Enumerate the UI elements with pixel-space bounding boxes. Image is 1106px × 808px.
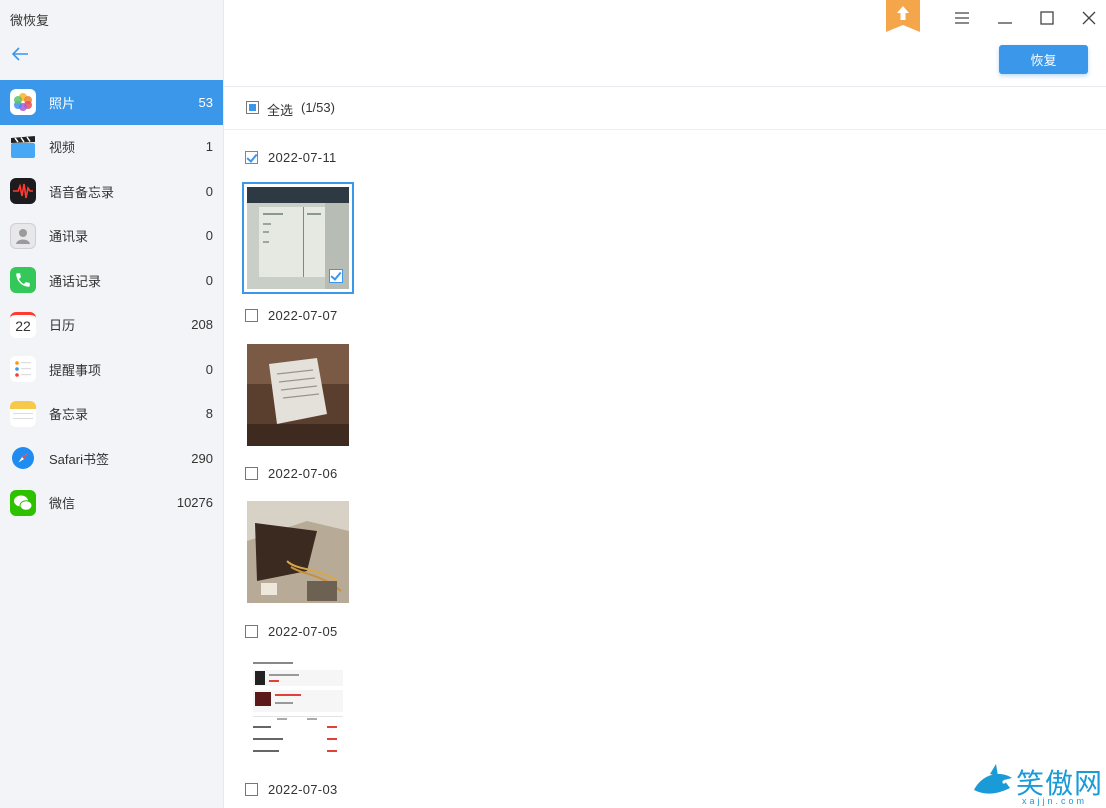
sidebar-item-videos[interactable]: 视频 1 [0,125,223,170]
select-all-checkbox[interactable] [246,101,259,114]
close-icon[interactable] [1075,6,1103,30]
photo-thumbnail[interactable] [242,182,354,294]
sidebar-item-label: Safari书签 [49,451,109,467]
sidebar-item-label: 照片 [49,95,76,111]
sidebar-item-label: 视频 [49,140,76,156]
contacts-icon [10,222,36,249]
sidebar-item-calendar[interactable]: 22 日历 208 [0,303,223,348]
date-group-label: 2022-07-05 [268,624,338,639]
date-group-label: 2022-07-07 [268,308,338,323]
calendar-day: 22 [15,318,31,335]
sidebar-item-call-history[interactable]: 通话记录 0 [0,258,223,303]
photo-thumbnail[interactable] [247,344,349,446]
date-group-checkbox[interactable] [245,783,258,796]
date-group-checkbox[interactable] [245,467,258,480]
select-all-label: 全选 [267,103,294,118]
date-group-label: 2022-07-11 [268,150,337,165]
photos-icon [10,89,36,116]
sidebar-item-count: 290 [191,450,213,466]
sidebar-item-count: 1 [205,139,213,155]
recover-button[interactable]: 恢复 [999,45,1088,74]
notes-icon [10,400,36,427]
maximize-icon[interactable] [1033,6,1061,30]
sidebar-item-voice-memos[interactable]: 语音备忘录 0 [0,169,223,214]
sidebar-item-notes[interactable]: 备忘录 8 [0,392,223,437]
sidebar-item-label: 备忘录 [49,407,89,423]
sidebar-item-label: 微信 [49,496,76,512]
sidebar-item-label: 语音备忘录 [49,184,115,200]
date-group-checkbox[interactable] [245,151,258,164]
select-all-count: (1/53) [301,100,335,115]
minimize-icon[interactable] [991,6,1019,30]
photo-image [247,501,349,603]
date-group-label: 2022-07-06 [268,466,338,481]
watermark-logo: 笑傲网 xajjn.com [970,760,1106,808]
upgrade-badge-icon[interactable] [886,0,920,32]
phone-icon [10,267,36,294]
date-group-label: 2022-07-03 [268,782,338,797]
menu-icon[interactable] [948,6,976,30]
safari-icon [10,445,36,471]
select-all-bar [224,87,1106,130]
sidebar-item-count: 208 [191,317,213,333]
sidebar-item-contacts[interactable]: 通讯录 0 [0,214,223,259]
photo-thumbnail[interactable] [247,658,349,760]
sidebar-item-reminders[interactable]: 提醒事项 0 [0,347,223,392]
voice-memo-icon [10,178,36,205]
sidebar: 微恢复 照片 53 视频 1 语音备忘录 0 通讯录 0 通话记录 0 22 日… [0,0,224,808]
sidebar-item-count: 53 [198,94,213,110]
sidebar-item-wechat[interactable]: 微信 10276 [0,481,223,526]
photo-selected-checkbox[interactable] [329,269,343,283]
sidebar-item-safari-bookmarks[interactable]: Safari书签 290 [0,436,223,481]
photo-image [247,344,349,446]
watermark-subtext: xajjn.com [1022,796,1088,806]
reminders-icon [10,356,36,383]
wechat-icon [10,489,36,516]
sidebar-item-count: 8 [205,406,213,422]
sidebar-item-count: 0 [205,272,213,288]
date-group-checkbox[interactable] [245,625,258,638]
sidebar-item-label: 日历 [49,318,76,334]
video-icon [10,134,36,160]
back-arrow-icon[interactable] [8,42,32,66]
sidebar-item-count: 0 [205,361,213,377]
app-title: 微恢复 [10,13,50,28]
date-group-checkbox[interactable] [245,309,258,322]
sidebar-item-count: 0 [205,228,213,244]
sidebar-item-label: 通话记录 [49,273,102,289]
sidebar-item-label: 提醒事项 [49,362,102,378]
sidebar-item-count: 10276 [176,495,213,511]
category-nav: 照片 53 视频 1 语音备忘录 0 通讯录 0 通话记录 0 22 日历 20… [0,80,223,525]
shark-logo-icon [974,764,1012,794]
photo-thumbnail[interactable] [247,501,349,603]
calendar-icon: 22 [10,311,36,338]
sidebar-item-count: 0 [205,183,213,199]
sidebar-item-photos[interactable]: 照片 53 [0,80,223,125]
sidebar-item-label: 通讯录 [49,229,89,245]
photo-image [247,658,349,760]
